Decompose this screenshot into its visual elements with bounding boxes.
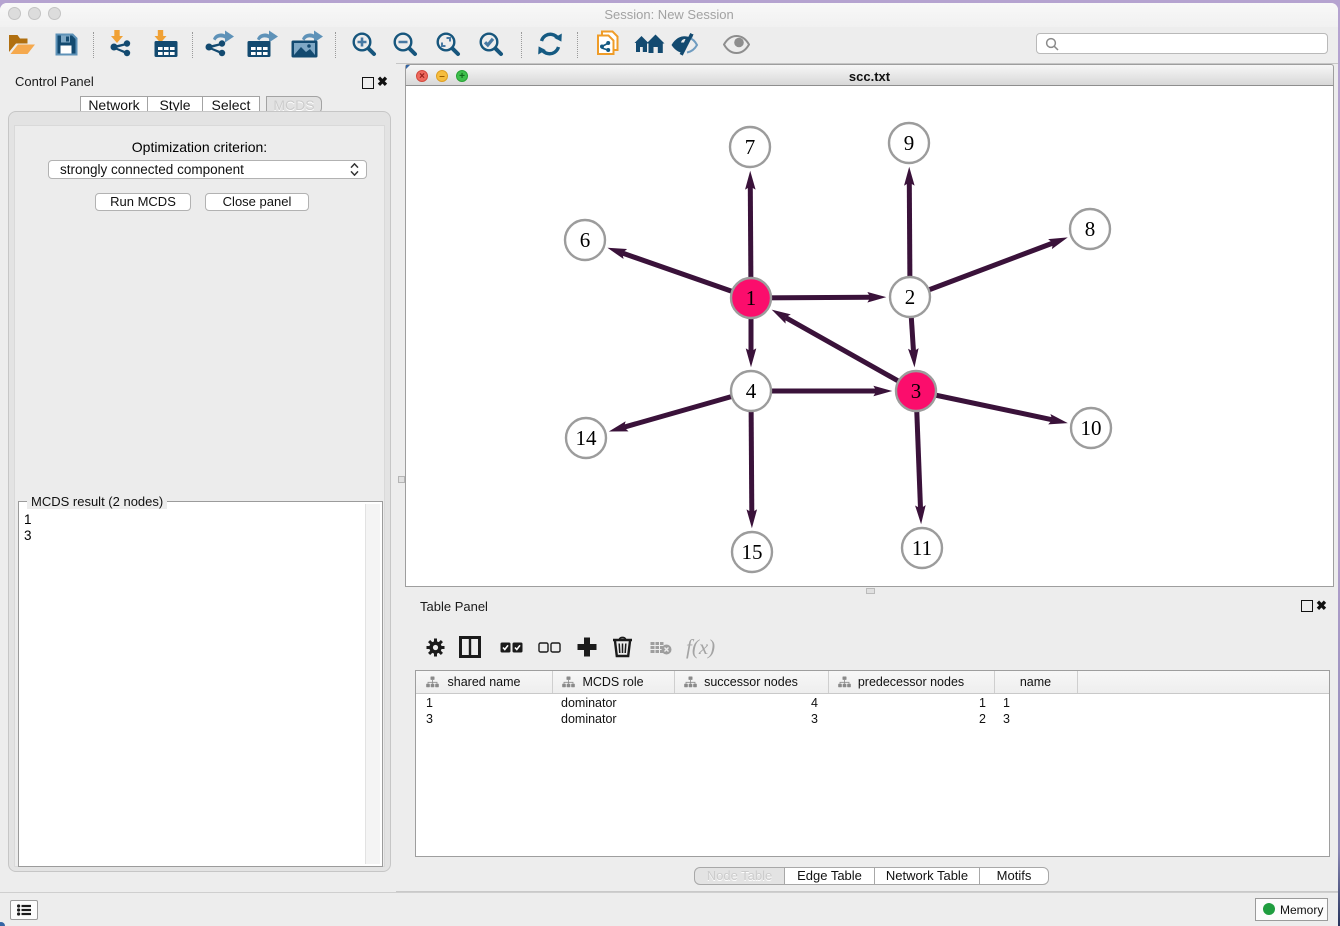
svg-text:15: 15 bbox=[742, 540, 763, 564]
svg-text:10: 10 bbox=[1081, 416, 1102, 440]
svg-text:9: 9 bbox=[904, 131, 915, 155]
svg-text:1: 1 bbox=[746, 286, 757, 310]
svg-text:6: 6 bbox=[580, 228, 591, 252]
svg-text:3: 3 bbox=[911, 379, 922, 403]
svg-text:11: 11 bbox=[912, 536, 932, 560]
svg-text:8: 8 bbox=[1085, 217, 1096, 241]
svg-text:4: 4 bbox=[746, 379, 757, 403]
svg-text:14: 14 bbox=[576, 426, 598, 450]
svg-text:7: 7 bbox=[745, 135, 756, 159]
svg-text:2: 2 bbox=[905, 285, 916, 309]
